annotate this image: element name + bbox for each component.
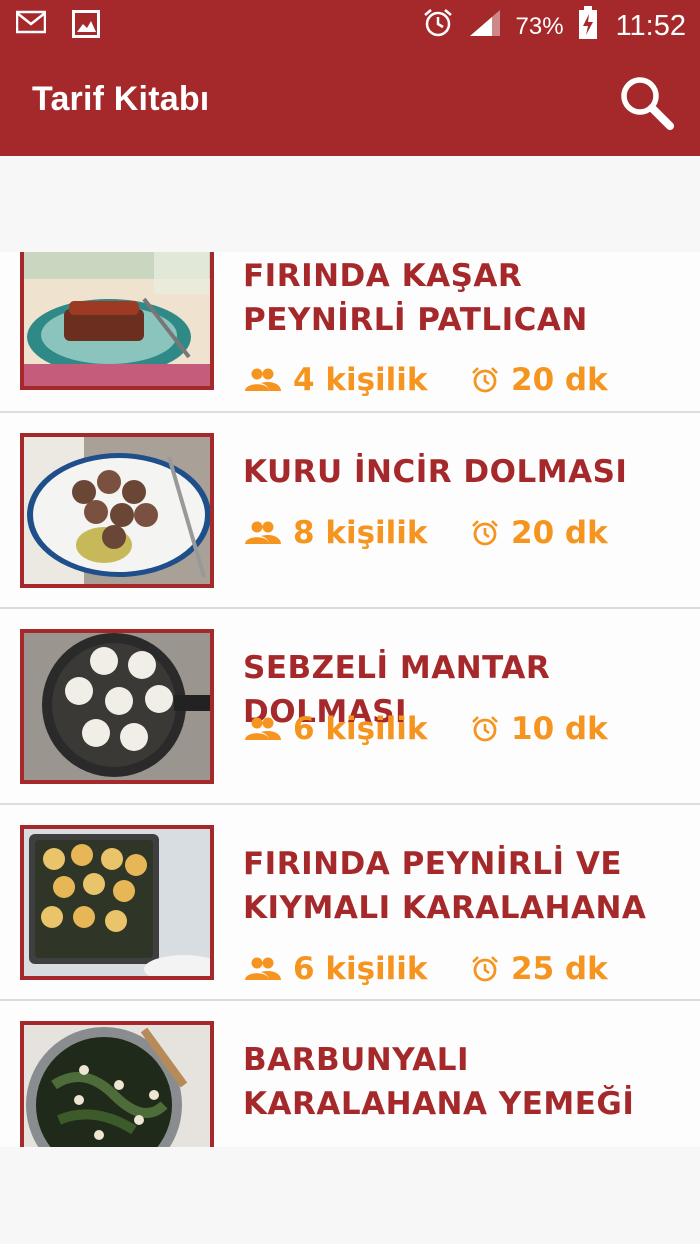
recipe-image [20,433,214,588]
alarm-clock-icon [472,716,498,742]
servings: 4 kişilik [293,362,428,398]
people-icon [245,368,281,391]
recipe-title: KURU İNCİR DOLMASI [243,454,628,490]
people-icon [245,521,281,544]
recipe-image [20,629,214,784]
battery-percent: 73% [515,12,564,40]
clock: 11:52 [615,10,686,42]
cook-time: 20 dk [511,362,608,398]
recipe-title: FIRINDA KAŞAR PEYNİRLİ PATLICAN [243,258,588,338]
people-icon [245,717,281,740]
alarm-clock-icon [472,367,498,393]
recipe-row[interactable]: FIRINDA KAŞAR PEYNİRLİ PATLICAN 4 kişili… [0,252,700,413]
battery-charging-icon [578,6,598,47]
recipe-image [20,1021,214,1147]
recipe-meta: 6 kişilik 10 dk [245,711,608,747]
recipe-list: FIRINDA KAŞAR PEYNİRLİ PATLICAN 4 kişili… [0,252,700,1147]
cook-time: 25 dk [511,951,608,987]
recipe-meta: 6 kişilik 25 dk [245,951,608,987]
recipe-row[interactable]: BARBUNYALI KARALAHANA YEMEĞİ [0,1001,700,1147]
alarm-clock-icon [472,520,498,546]
recipe-image [20,252,214,390]
cook-time: 20 dk [511,515,608,551]
signal-icon [468,8,502,45]
recipe-meta: 8 kişilik 20 dk [245,515,608,551]
servings: 8 kişilik [293,515,428,551]
recipe-image [20,825,214,980]
page-title: Tarif Kitabı [32,80,210,118]
status-bar: 73% 11:52 [0,0,700,50]
image-icon [72,10,100,42]
app-bar: Tarif Kitabı [0,50,700,156]
servings: 6 kişilik [293,951,428,987]
alarm-icon [422,7,454,46]
people-icon [245,957,281,980]
recipe-row[interactable]: KURU İNCİR DOLMASI 8 kişilik 20 dk [0,413,700,609]
recipe-title: BARBUNYALI KARALAHANA YEMEĞİ [243,1042,635,1122]
alarm-clock-icon [472,956,498,982]
recipe-row[interactable]: FIRINDA PEYNİRLİ VE KIYMALI KARALAHANA 6… [0,805,700,1001]
recipe-meta: 4 kişilik 20 dk [245,362,608,398]
cook-time: 10 dk [511,711,608,747]
servings: 6 kişilik [293,711,428,747]
recipe-title: FIRINDA PEYNİRLİ VE KIYMALI KARALAHANA [243,846,647,926]
mail-icon [15,10,47,42]
recipe-row[interactable]: SEBZELİ MANTAR DOLMASI 6 kişilik 10 dk [0,609,700,805]
search-icon[interactable] [616,72,676,132]
